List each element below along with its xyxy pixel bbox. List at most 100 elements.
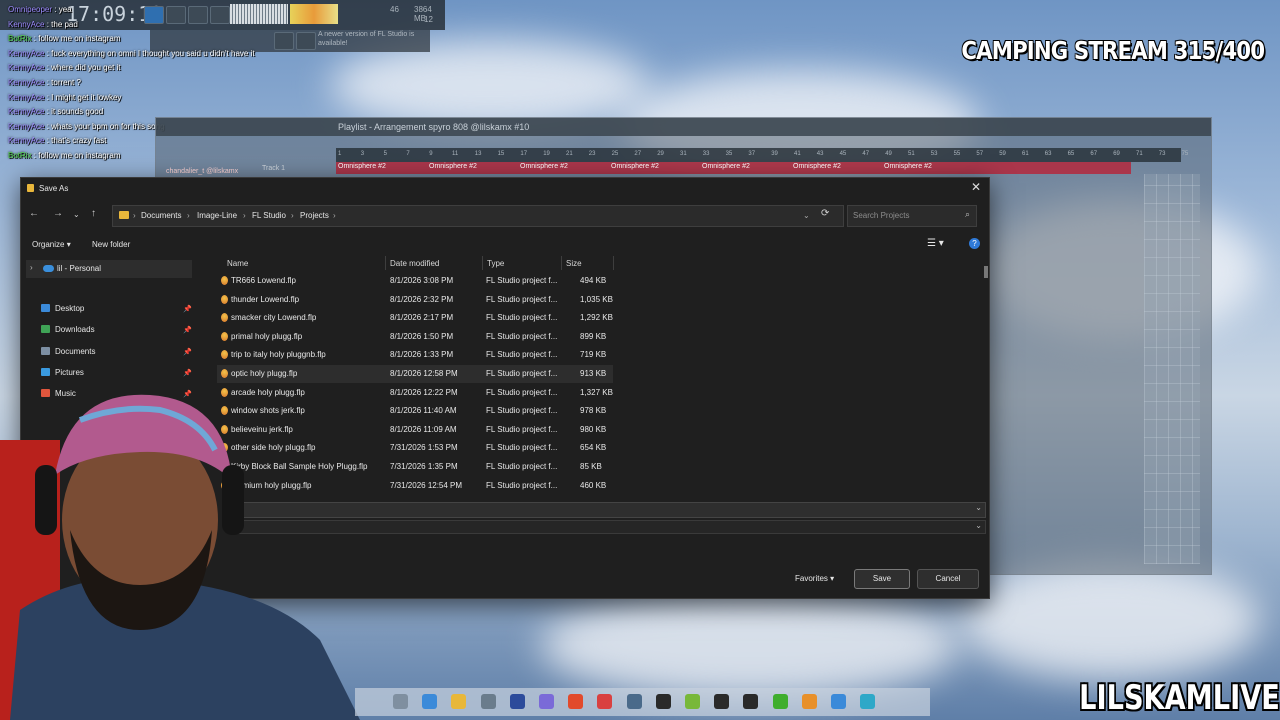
pin-icon[interactable]: 📌 (183, 305, 192, 313)
search-input[interactable]: Search Projects ⌕ (847, 205, 977, 227)
clip-omnisphere[interactable]: Omnisphere #2 (884, 163, 932, 170)
sidebar-item-desktop[interactable]: Desktop (41, 304, 84, 313)
sidebar-item-downloads[interactable]: Downloads (41, 325, 95, 334)
taskbar-app-icon[interactable] (714, 694, 730, 709)
search-placeholder: Search Projects (853, 211, 910, 220)
column-name[interactable]: Name (227, 259, 248, 268)
column-divider[interactable] (613, 256, 614, 270)
address-bar[interactable]: › Documents › Image-Line › FL Studio › P… (112, 205, 844, 227)
chat-text: that's crazy fast (51, 136, 107, 146)
taskbar-app-icon[interactable] (451, 694, 467, 709)
breadcrumb-fl-studio[interactable]: FL Studio (252, 211, 286, 220)
sidebar-item-pictures[interactable]: Pictures (41, 367, 84, 377)
taskbar-app-icon[interactable] (772, 694, 788, 709)
bar-number: 19 (543, 151, 550, 157)
clip-omnisphere[interactable]: Omnisphere #2 (338, 163, 386, 170)
file-row[interactable]: primal holy plugg.flp 8/1/2026 1:50 PM FL … (217, 328, 613, 346)
chat-text: torrent ? (51, 78, 81, 87)
breadcrumb-image-line[interactable]: Image-Line (197, 211, 237, 220)
chevron-down-icon[interactable]: ⌄ (975, 503, 982, 512)
taskbar-app-icon[interactable] (831, 694, 846, 709)
webcam-feed (0, 394, 360, 720)
view-options-icon[interactable]: ☰ ▾ (927, 238, 944, 249)
taskbar-app-icon[interactable] (422, 694, 438, 709)
file-size: 1,327 KB (580, 387, 613, 397)
back-icon[interactable]: ← (29, 208, 39, 219)
pin-icon[interactable]: 📌 (183, 348, 192, 356)
column-type[interactable]: Type (487, 259, 504, 268)
tree-root[interactable]: › lil - Personal (26, 260, 192, 278)
bar-number: 21 (566, 151, 573, 157)
chevron-down-icon[interactable]: ⌄ (73, 210, 80, 219)
taskbar-app-icon[interactable] (801, 694, 817, 709)
song-button[interactable] (166, 6, 186, 24)
forward-icon[interactable]: → (53, 208, 63, 219)
taskbar-app-icon[interactable] (597, 694, 613, 709)
bar-number: 45 (839, 151, 847, 157)
taskbar-app-icon[interactable] (539, 694, 554, 709)
snap-button[interactable] (274, 32, 294, 50)
clip-omnisphere[interactable]: Omnisphere #2 (429, 163, 477, 170)
bar-number: 11 (452, 151, 459, 157)
column-divider[interactable] (561, 256, 562, 270)
taskbar-app-icon[interactable] (743, 694, 759, 709)
playlist-grid[interactable] (1144, 174, 1200, 564)
record-button[interactable] (188, 6, 208, 24)
save-button[interactable]: Save (854, 569, 910, 589)
column-divider[interactable] (385, 256, 386, 270)
fl-project-icon (221, 369, 228, 378)
refresh-icon[interactable]: ⟳ (821, 208, 829, 219)
taskbar-app-icon[interactable] (393, 694, 408, 709)
taskbar-app-icon[interactable] (860, 694, 876, 709)
column-size[interactable]: Size (566, 259, 582, 268)
close-icon[interactable]: ✕ (971, 180, 981, 194)
browser-button[interactable] (296, 32, 316, 50)
clip-omnisphere[interactable]: Omnisphere #2 (702, 163, 750, 170)
chat-username: BotRix (8, 151, 32, 160)
clip-strip[interactable]: Omnisphere #2 Omnisphere #2 Omnisphere #2 O… (336, 162, 1131, 174)
new-folder-button[interactable]: New folder (92, 240, 130, 249)
chevron-right-icon: › (187, 211, 190, 220)
up-icon[interactable]: ↑ (91, 208, 96, 219)
favorites-button[interactable]: Favorites ▾ (795, 574, 834, 583)
pin-icon[interactable]: 📌 (183, 369, 192, 377)
chat-message: KennyAce : that's crazy fast (8, 136, 107, 146)
taskbar-app-icon[interactable] (568, 694, 584, 709)
breadcrumb-documents[interactable]: Documents (141, 211, 181, 220)
bar-number: 57 (976, 151, 984, 157)
waveform-display (230, 4, 288, 24)
taskbar-app-icon[interactable] (626, 694, 642, 709)
file-row[interactable]: smacker city Lowend.flp 8/1/2026 2:17 PM F… (217, 309, 613, 327)
file-name: smacker city Lowend.flp (231, 313, 317, 323)
track-header[interactable]: Track 1 chandalier_t @lilskamx (156, 162, 336, 178)
scrollbar[interactable] (984, 266, 988, 278)
file-type: FL Studio project f... (486, 313, 558, 323)
chat-username: KennyAce (8, 48, 45, 58)
pin-icon[interactable]: 📌 (183, 326, 192, 334)
cancel-button[interactable]: Cancel (917, 569, 979, 589)
taskbar-app-icon[interactable] (480, 694, 496, 709)
stop-button[interactable] (210, 6, 230, 24)
file-row[interactable]: trip to italy holy pluggnb.flp 8/1/2026 1… (217, 346, 613, 364)
help-icon[interactable]: ? (969, 238, 980, 249)
file-name: thunder Lowend.flp (231, 294, 300, 304)
file-row[interactable]: thunder Lowend.flp 8/1/2026 2:32 PM FL Stu… (217, 291, 613, 309)
column-divider[interactable] (482, 256, 483, 270)
taskbar-app-icon[interactable] (685, 694, 700, 709)
clip-omnisphere[interactable]: Omnisphere #2 (520, 163, 568, 170)
chevron-down-icon[interactable]: ⌄ (975, 521, 982, 530)
taskbar-app-icon[interactable] (655, 694, 671, 709)
sidebar-item-documents[interactable]: Documents (41, 346, 95, 356)
breadcrumb-projects[interactable]: Projects (300, 211, 329, 220)
clip-omnisphere[interactable]: Omnisphere #2 (793, 163, 841, 170)
clip-omnisphere[interactable]: Omnisphere #2 (611, 163, 659, 170)
organize-button[interactable]: Organize ▾ (32, 240, 71, 249)
chevron-down-icon[interactable]: ⌄ (803, 211, 810, 220)
pattern-button[interactable] (144, 6, 164, 24)
file-row[interactable]: TR666 Lowend.flp 8/1/2026 3:08 PM FL Studi… (217, 272, 613, 290)
timeline-ruler[interactable]: 1 3 5 7 9 11 13 15 17 19 21 23 25 27 29 31 33 35 37 39 41 43 4… (336, 148, 1188, 162)
chat-text: whats your bpm on for this song (51, 121, 165, 131)
column-date[interactable]: Date modified (390, 259, 439, 268)
taskbar-app-icon[interactable] (509, 694, 525, 709)
fl-project-icon (221, 313, 228, 323)
